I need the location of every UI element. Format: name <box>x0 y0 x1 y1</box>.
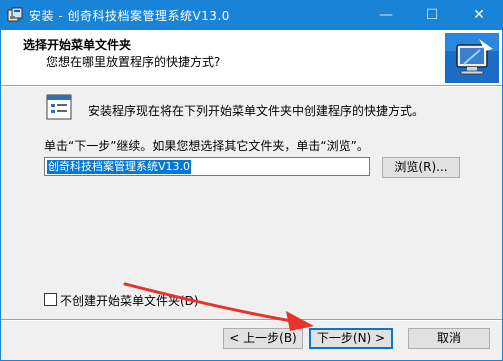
minimize-button[interactable]: — <box>363 1 409 30</box>
maximize-button[interactable]: ☐ <box>409 1 455 30</box>
close-button[interactable]: ✕ <box>456 1 502 30</box>
no-start-menu-folder-label[interactable]: 不创建开始菜单文件夹(D) <box>60 292 199 309</box>
setup-app-icon <box>7 7 23 22</box>
start-menu-folder-field[interactable]: 创奇科技档案管理系统V13.0 <box>44 157 370 176</box>
page-title: 选择开始菜单文件夹 <box>23 38 132 52</box>
installer-window: 安装 - 创奇科技档案管理系统V13.0 — ☐ ✕ 选择开始菜单文件夹 您想在… <box>0 0 503 361</box>
monitor-installer-icon <box>445 33 499 83</box>
window-title: 安装 - 创奇科技档案管理系统V13.0 <box>29 9 230 23</box>
next-button[interactable]: 下一步(N) > <box>309 328 393 349</box>
wizard-header: 选择开始菜单文件夹 您想在哪里放置程序的快捷方式? <box>1 30 502 85</box>
page-subtitle: 您想在哪里放置程序的快捷方式? <box>46 55 221 69</box>
cancel-button[interactable]: 取消 <box>408 328 490 349</box>
browse-button[interactable]: 浏览(R)... <box>382 157 460 178</box>
start-menu-folder-icon <box>46 94 72 120</box>
title-bar[interactable]: 安装 - 创奇科技档案管理系统V13.0 — ☐ ✕ <box>1 1 502 30</box>
footer-divider <box>1 319 502 321</box>
folder-name-value: 创奇科技档案管理系统V13.0 <box>47 160 192 174</box>
instruction-text: 单击“下一步”继续。如果您想选择其它文件夹，单击“浏览”。 <box>44 139 369 153</box>
header-divider <box>1 85 502 87</box>
intro-text: 安装程序现在将在下列开始菜单文件夹中创建程序的快捷方式。 <box>88 104 425 118</box>
back-button[interactable]: < 上一步(B) <box>223 328 303 349</box>
no-start-menu-folder-checkbox[interactable] <box>44 293 57 306</box>
